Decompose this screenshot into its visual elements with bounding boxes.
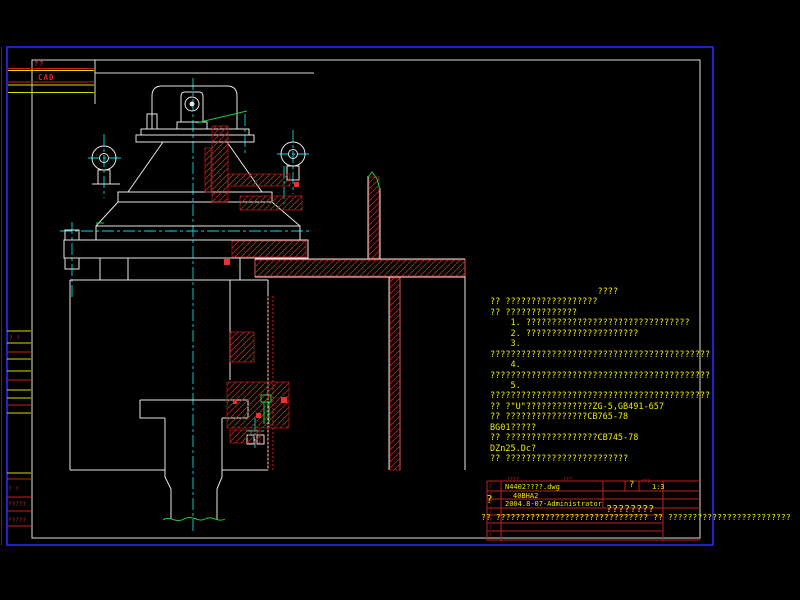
list-item: ????????????????????????????????????????… [490,371,735,381]
corner-cad-label: CAD [38,74,55,82]
list-item: ?? ?????????????????? [490,297,735,307]
list-item: 2. ?????????????????????? [490,329,735,339]
list-item: 4. [490,360,735,370]
list-item: ???? [490,287,735,297]
list-item: 1. ???????????????????????????????? [490,318,735,328]
titleblock-top-label-1: ???? [507,477,519,483]
list-item: ?? ??????????????????CB745-78 [490,433,735,443]
titleblock-overflow-text: ?? ??????????????????????????????? ?? ??… [481,514,791,522]
sidebar-revision-mark: ? ? [9,336,20,342]
cad-application-window: ?? CAD ? ? ? ??????????? ?????? ????????… [0,0,800,600]
list-item: ?? ?"U"?????????????ZG-5,GB491-657 [490,402,735,412]
titleblock-row-labels: ? ? ? ? ? ? ? [489,483,492,540]
list-item: 5. [490,381,735,391]
titleblock-mini-label: ??? [641,480,650,485]
titleblock-model: 40BHA2 [513,493,538,500]
green-details [96,111,380,521]
list-item: 3. [490,339,735,349]
list-item: DZn25.Dc? [490,444,735,454]
list-item: ? ? [8,482,26,497]
technical-notes: ?????? ???????????????????? ????????????… [490,287,735,464]
list-item: ?? ?????????????? [490,308,735,318]
list-item: ????????????????????????????????????????… [490,391,735,401]
centerlines [60,78,312,534]
titleblock-origin: 2004.8-07-Administrator [505,501,602,508]
sidebar-signature-rows: ? ??????????? [8,482,26,528]
list-item: ?? ????????????????CB765-78 [490,412,735,422]
list-item: ????? [8,497,26,512]
list-item: BG01????? [490,423,735,433]
titleblock-scale: 1:3 [652,484,665,491]
list-item: ?? ???????????????????????? [490,454,735,464]
titleblock-top-label-2: ??? [563,477,572,483]
section-hatch [205,126,465,470]
list-item: ????? [8,513,26,528]
list-item: ????????????????????????????????????????… [490,350,735,360]
titleblock-filename: N4402????.dwg [505,484,560,491]
corner-logo-label: ?? [34,61,44,68]
machine-outline [64,86,465,519]
titleblock-mark: ? [629,481,634,490]
